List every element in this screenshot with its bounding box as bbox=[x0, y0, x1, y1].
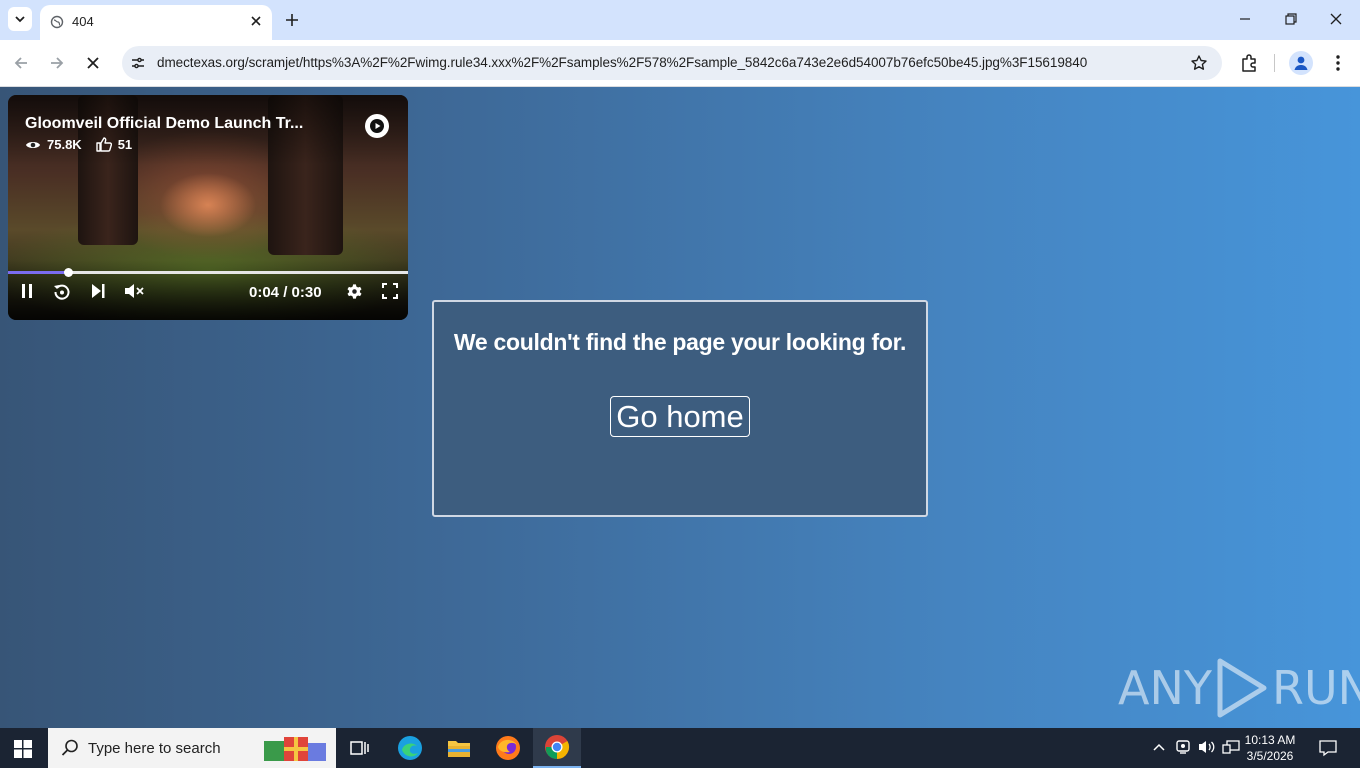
watermark-left-text: ANY bbox=[1118, 661, 1212, 715]
video-time: 0:04 / 0:30 bbox=[249, 284, 322, 301]
current-time: 0:04 bbox=[249, 284, 280, 301]
taskbar-search-box[interactable]: Type here to search bbox=[48, 728, 336, 768]
taskbar-file-explorer[interactable] bbox=[435, 728, 483, 768]
watermark-right-text: RUN bbox=[1271, 661, 1360, 715]
not-found-card: We couldn't find the page your looking f… bbox=[432, 300, 928, 517]
search-icon bbox=[61, 739, 78, 756]
view-count: 75.8K bbox=[47, 137, 82, 152]
task-view-button[interactable] bbox=[336, 728, 384, 768]
windows-start-icon[interactable] bbox=[14, 740, 32, 758]
address-bar[interactable]: dmectexas.org/scramjet/https%3A%2F%2Fwim… bbox=[122, 46, 1222, 80]
duration: 0:30 bbox=[291, 284, 322, 301]
chevron-up-icon[interactable] bbox=[1152, 739, 1166, 755]
tab-title: 404 bbox=[72, 14, 94, 29]
window-close-icon[interactable] bbox=[1329, 12, 1343, 26]
url-text: dmectexas.org/scramjet/https%3A%2F%2Fwim… bbox=[157, 55, 1088, 70]
restore-icon[interactable] bbox=[1284, 12, 1298, 26]
forward-arrow-icon[interactable] bbox=[48, 54, 66, 72]
network-icon[interactable] bbox=[1222, 739, 1240, 755]
plus-icon[interactable] bbox=[282, 10, 302, 30]
video-stats: 75.8K 51 bbox=[25, 137, 146, 152]
mute-icon[interactable] bbox=[124, 283, 144, 299]
fullscreen-icon[interactable] bbox=[382, 283, 398, 299]
anyrun-watermark: ANY RUN bbox=[1118, 657, 1360, 719]
tab-search-button[interactable] bbox=[8, 7, 32, 31]
globe-icon bbox=[50, 15, 64, 29]
minimize-icon[interactable] bbox=[1238, 12, 1252, 26]
stop-loading-icon[interactable] bbox=[84, 54, 102, 72]
settings-icon[interactable] bbox=[346, 283, 363, 300]
browser-toolbar: dmectexas.org/scramjet/https%3A%2F%2Fwim… bbox=[0, 40, 1360, 87]
edge-icon bbox=[398, 736, 422, 760]
kebab-menu-icon[interactable] bbox=[1330, 53, 1346, 73]
clock-time: 10:13 AM bbox=[1244, 733, 1296, 747]
profile-button[interactable] bbox=[1289, 51, 1313, 75]
taskbar-firefox[interactable] bbox=[484, 728, 532, 768]
back-arrow-icon[interactable] bbox=[12, 54, 30, 72]
tab-active[interactable]: 404 bbox=[40, 5, 272, 40]
extensions-icon[interactable] bbox=[1239, 53, 1259, 73]
site-info-icon[interactable] bbox=[130, 55, 146, 71]
play-brand-icon bbox=[370, 119, 384, 133]
eye-icon bbox=[26, 141, 40, 148]
profile-icon bbox=[1294, 56, 1308, 70]
firefox-icon bbox=[496, 736, 520, 760]
toolbar-divider bbox=[1274, 54, 1275, 72]
chrome-icon bbox=[545, 735, 570, 759]
task-view-icon bbox=[350, 741, 369, 755]
file-explorer-icon bbox=[448, 741, 470, 757]
like-count: 51 bbox=[117, 137, 133, 152]
skip-next-icon[interactable] bbox=[90, 283, 106, 299]
replay-icon[interactable] bbox=[53, 283, 71, 301]
taskbar-chrome[interactable] bbox=[533, 728, 581, 768]
notification-icon[interactable] bbox=[1319, 739, 1337, 757]
search-placeholder: Type here to search bbox=[88, 740, 221, 757]
webcam-icon[interactable] bbox=[1175, 739, 1191, 755]
volume-icon[interactable] bbox=[1198, 739, 1216, 755]
bookmark-star-icon[interactable] bbox=[1190, 54, 1208, 72]
tab-search-icon bbox=[15, 16, 25, 23]
video-player[interactable]: Gloomveil Official Demo Launch Tr... 75.… bbox=[8, 95, 408, 320]
play-logo-icon bbox=[1217, 658, 1267, 718]
page-content: Gloomveil Official Demo Launch Tr... 75.… bbox=[0, 87, 1360, 728]
system-clock[interactable]: 10:13 AM 3/5/2026 bbox=[1240, 732, 1300, 764]
not-found-message: We couldn't find the page your looking f… bbox=[453, 329, 907, 355]
video-title[interactable]: Gloomveil Official Demo Launch Tr... bbox=[25, 115, 303, 133]
gift-decoration-icon bbox=[264, 737, 326, 761]
thumbs-up-icon bbox=[96, 137, 112, 152]
clock-date: 3/5/2026 bbox=[1246, 749, 1294, 763]
taskbar-edge[interactable] bbox=[386, 728, 434, 768]
player-brand-button[interactable] bbox=[365, 114, 389, 138]
go-home-button[interactable]: Go home bbox=[610, 396, 750, 437]
windows-taskbar: Type here to search 10:13 AM 3/5/2026 bbox=[0, 728, 1360, 768]
tab-strip: 404 bbox=[0, 0, 1360, 40]
time-separator: / bbox=[283, 284, 288, 301]
video-progress-bar[interactable] bbox=[8, 268, 408, 277]
video-progress-fill bbox=[8, 271, 68, 274]
pause-icon[interactable] bbox=[20, 283, 34, 299]
video-progress-knob[interactable] bbox=[64, 268, 73, 277]
close-icon[interactable] bbox=[248, 13, 264, 29]
